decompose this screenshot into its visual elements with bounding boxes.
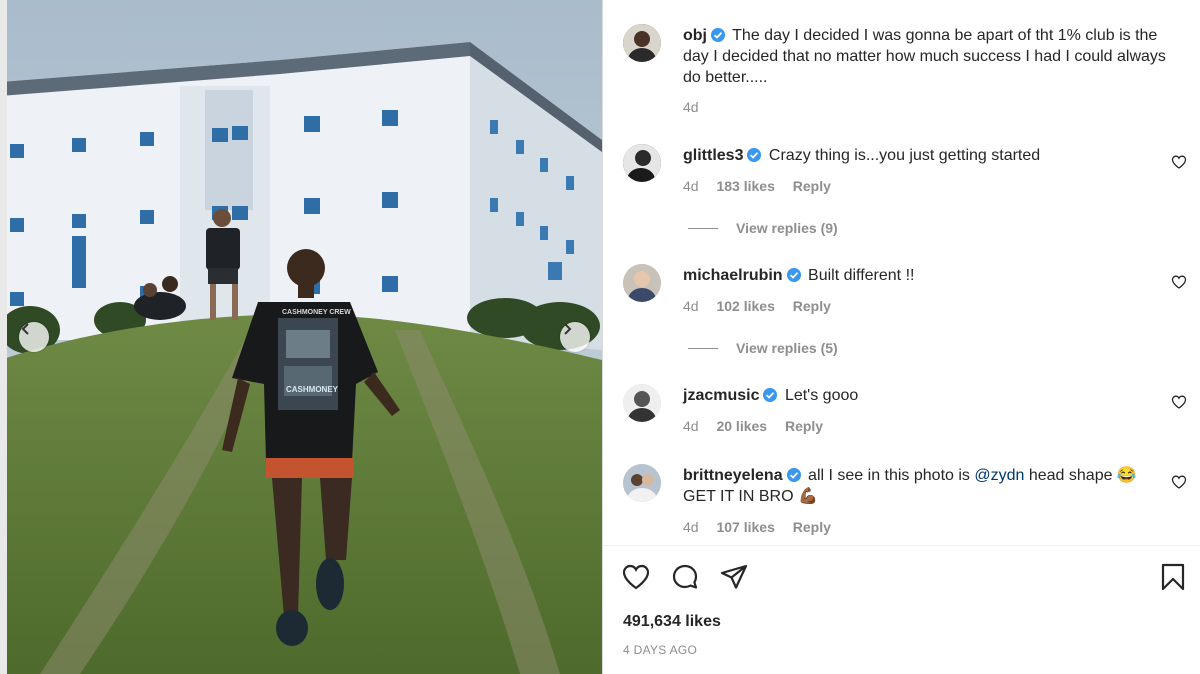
comment-likes[interactable]: 107 likes xyxy=(716,519,774,535)
paper-plane-icon[interactable] xyxy=(719,562,749,592)
view-replies-label: View replies (9) xyxy=(736,220,838,236)
comment-like-heart-icon[interactable] xyxy=(1171,154,1187,170)
comment-likes[interactable]: 20 likes xyxy=(716,418,767,434)
comment-time[interactable]: 4d xyxy=(683,178,699,194)
comment-like-heart-icon[interactable] xyxy=(1171,274,1187,290)
view-replies-button[interactable]: View replies (9) xyxy=(688,220,838,236)
caption-meta: 4d xyxy=(683,99,713,115)
mention-link[interactable]: @zydn xyxy=(974,467,1024,484)
comment-time[interactable]: 4d xyxy=(683,418,699,434)
reply-button[interactable]: Reply xyxy=(793,298,831,314)
comment-likes[interactable]: 183 likes xyxy=(716,178,774,194)
comment-1: glittles3 Crazy thing is...you just gett… xyxy=(683,145,1173,166)
comment-time[interactable]: 4d xyxy=(683,519,699,535)
comment-meta: 4d 20 likes Reply xyxy=(683,418,837,434)
comment-meta: 4d 102 likes Reply xyxy=(683,298,845,314)
reply-button[interactable]: Reply xyxy=(793,178,831,194)
comment-likes[interactable]: 102 likes xyxy=(716,298,774,314)
caption-text: The day I decided I was gonna be apart o… xyxy=(683,27,1166,86)
comments-list[interactable]: obj The day I decided I was gonna be apa… xyxy=(603,0,1200,545)
reply-button[interactable]: Reply xyxy=(785,418,823,434)
view-replies-label: View replies (5) xyxy=(736,340,838,356)
post-photo[interactable]: CASHMONEY CREW CASHMONEY xyxy=(0,0,602,674)
comment-avatar[interactable] xyxy=(623,464,661,502)
comment-time[interactable]: 4d xyxy=(683,298,699,314)
caption: obj The day I decided I was gonna be apa… xyxy=(683,25,1173,88)
photo-scene: CASHMONEY CREW CASHMONEY xyxy=(0,0,602,674)
verified-badge-icon xyxy=(786,468,801,482)
comment-text: Let's gooo xyxy=(784,387,859,404)
comment-like-heart-icon[interactable] xyxy=(1171,394,1187,410)
comment-3: jzacmusic Let's gooo xyxy=(683,385,1173,406)
photo-frame-edge xyxy=(0,0,7,674)
chevron-right-icon xyxy=(564,323,572,335)
actions-divider xyxy=(603,545,1200,546)
comment-username[interactable]: michaelrubin xyxy=(683,267,783,284)
comments-panel: obj The day I decided I was gonna be apa… xyxy=(602,0,1200,674)
comment-2: michaelrubin Built different !! xyxy=(683,265,1173,286)
comment-4: brittneyelena all I see in this photo is… xyxy=(683,465,1153,507)
verified-badge-icon xyxy=(747,148,762,162)
heart-icon[interactable] xyxy=(621,562,651,592)
comment-text: Crazy thing is...you just getting starte… xyxy=(768,147,1041,164)
comment-text: all I see in this photo is xyxy=(808,467,975,484)
verified-badge-icon xyxy=(711,28,725,42)
view-replies-button[interactable]: View replies (5) xyxy=(688,340,838,356)
verified-badge-icon xyxy=(786,268,801,282)
comment-meta: 4d 183 likes Reply xyxy=(683,178,845,194)
author-avatar[interactable] xyxy=(623,24,661,62)
replies-divider-line xyxy=(688,347,718,349)
reply-button[interactable]: Reply xyxy=(793,519,831,535)
comment-avatar[interactable] xyxy=(623,264,661,302)
comment-avatar[interactable] xyxy=(623,144,661,182)
comment-meta: 4d 107 likes Reply xyxy=(683,519,845,535)
verified-badge-icon xyxy=(763,388,778,402)
comment-username[interactable]: glittles3 xyxy=(683,147,743,164)
next-photo-button[interactable] xyxy=(560,322,590,352)
shirt-text-top: CASHMONEY CREW xyxy=(282,309,351,316)
author-username[interactable]: obj xyxy=(683,27,707,44)
comment-username[interactable]: jzacmusic xyxy=(683,387,759,404)
comment-bubble-icon[interactable] xyxy=(670,562,700,592)
comment-like-heart-icon[interactable] xyxy=(1171,474,1187,490)
replies-divider-line xyxy=(688,227,718,229)
action-bar xyxy=(603,562,1200,596)
likes-count[interactable]: 491,634 likes xyxy=(623,613,721,631)
comment-text: Built different !! xyxy=(808,267,915,284)
caption-time[interactable]: 4d xyxy=(683,99,699,115)
bookmark-icon[interactable] xyxy=(1158,562,1188,592)
post-time-ago[interactable]: 4 DAYS AGO xyxy=(623,643,697,657)
comment-username[interactable]: brittneyelena xyxy=(683,467,783,484)
comment-avatar[interactable] xyxy=(623,384,661,422)
chevron-left-icon xyxy=(21,323,29,335)
shirt-text-bottom: CASHMONEY xyxy=(286,385,339,394)
previous-photo-button[interactable] xyxy=(19,322,49,352)
